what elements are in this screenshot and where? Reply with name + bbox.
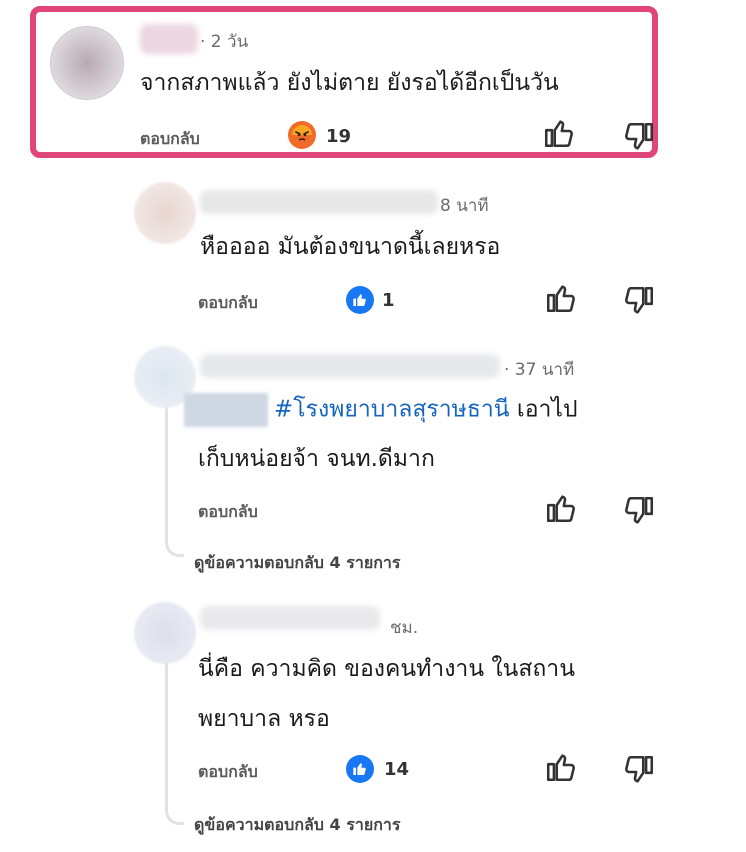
comment-text-line2: พยาบาล หรอ	[198, 706, 330, 732]
thumbs-up-icon[interactable]	[544, 281, 578, 319]
reply-button[interactable]: ตอบกลับ	[198, 291, 258, 316]
comment-text: #โรงพยาบาลสุราษธานี เอาไป	[184, 393, 578, 427]
comment-text-rest: เอาไป	[516, 396, 578, 423]
thumbs-down-icon[interactable]	[622, 284, 656, 322]
thumbs-down-icon[interactable]	[622, 120, 656, 158]
comment-time: · 37 นาที	[504, 360, 575, 380]
comment-text: หืออออ มันต้องขนาดนี้เลยหรอ	[200, 234, 501, 260]
thumbs-down-icon[interactable]	[622, 753, 656, 791]
comment-time: · 2 วัน	[200, 32, 249, 52]
reply-button[interactable]: ตอบกลับ	[198, 760, 258, 785]
avatar[interactable]	[50, 26, 124, 100]
comment-text-line2: เก็บหน่อยจ้า จนท.ดีมาก	[198, 446, 435, 472]
comment-time: ชม.	[390, 618, 419, 638]
thread-line	[165, 640, 168, 808]
thumbs-down-icon[interactable]	[622, 494, 656, 532]
blurred-mention	[184, 393, 268, 427]
like-reaction-icon	[346, 755, 374, 783]
thread-curve	[165, 806, 184, 825]
reaction-count: 19	[326, 126, 352, 147]
view-replies-link[interactable]: ดูข้อความตอบกลับ 4 รายการ	[194, 813, 400, 838]
blurred-username[interactable]	[200, 606, 380, 630]
thumbs-up-icon[interactable]	[542, 116, 576, 154]
blurred-username[interactable]	[200, 190, 438, 214]
blurred-username[interactable]	[200, 354, 500, 378]
thumbs-up-icon[interactable]	[544, 491, 578, 529]
comment-text: นี่คือ ความคิด ของคนทำงาน ในสถาน	[198, 656, 575, 682]
reply-button[interactable]: ตอบกลับ	[198, 500, 258, 525]
avatar[interactable]	[134, 602, 196, 664]
avatar[interactable]	[134, 182, 196, 244]
reply-button[interactable]: ตอบกลับ	[140, 127, 200, 152]
angry-reaction-icon	[288, 121, 316, 149]
thread-curve	[165, 538, 184, 557]
like-reaction-icon	[346, 286, 374, 314]
comment-time: 8 นาที	[440, 196, 489, 216]
blurred-username[interactable]	[140, 24, 198, 54]
comment-text: จากสภาพแล้ว ยังไม่ตาย ยังรอได้อีกเป็นวัน	[140, 70, 559, 96]
thumbs-up-icon[interactable]	[544, 750, 578, 788]
reaction-count: 1	[382, 290, 395, 311]
view-replies-link[interactable]: ดูข้อความตอบกลับ 4 รายการ	[194, 551, 400, 576]
reaction-count: 14	[384, 759, 410, 780]
hashtag-link[interactable]: #โรงพยาบาลสุราษธานี	[274, 397, 510, 423]
